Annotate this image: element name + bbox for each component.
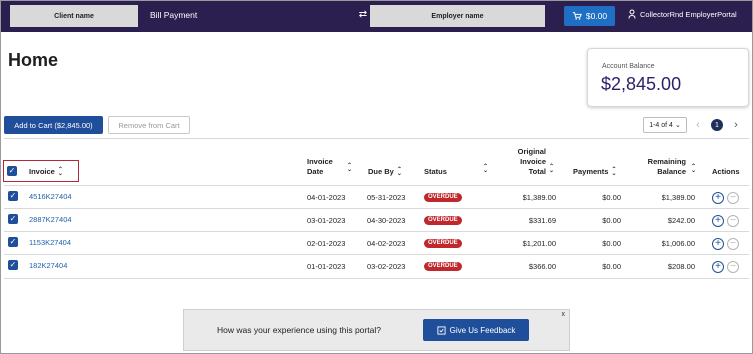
row-divider (4, 231, 749, 232)
col-header-actions: Actions (712, 167, 740, 176)
remaining-balance: $1,006.00 (661, 239, 695, 248)
payments: $0.00 (602, 239, 621, 248)
original-total: $366.00 (528, 262, 556, 271)
client-name-field[interactable]: Client name (10, 5, 138, 27)
payments: $0.00 (602, 193, 621, 202)
page-range-select[interactable]: 1-4 of 4 ⌄ (643, 117, 687, 133)
status-badge: OVERDUE (424, 239, 462, 248)
user-name: CollectorRnd EmployerPortal (640, 9, 737, 19)
status-badge: OVERDUE (424, 193, 462, 202)
current-page-button[interactable]: 1 (711, 119, 723, 131)
cart-icon (572, 12, 582, 20)
invoice-link[interactable]: 4516K27404 (29, 192, 72, 201)
add-icon[interactable]: + (712, 192, 724, 204)
employer-name-field[interactable]: Employer name (370, 5, 545, 27)
invoice-date: 01-01-2023 (307, 262, 346, 271)
due-by: 04-02-2023 (367, 239, 406, 248)
invoice-link[interactable]: 182K27404 (29, 261, 67, 270)
add-icon[interactable]: + (712, 261, 724, 273)
sort-icon: ⌃ ⌄ (57, 167, 63, 178)
row-divider (4, 208, 749, 209)
invoice-link[interactable]: 1153K27404 (29, 238, 71, 247)
invoice-date: 02-01-2023 (307, 239, 346, 248)
sort-icon: ⌃ ⌄ (396, 167, 402, 178)
payments: $0.00 (602, 216, 621, 225)
feedback-question: How was your experience using this porta… (217, 325, 381, 335)
row-checkbox[interactable]: ✓ (8, 260, 18, 270)
col-header-status[interactable]: Status (424, 167, 447, 177)
col-header-invoice[interactable]: Invoice ⌃ ⌄ (29, 167, 64, 177)
col-header-due-by[interactable]: Due By ⌃ ⌄ (368, 167, 403, 177)
status-badge: OVERDUE (424, 262, 462, 271)
invoice-date: 03-01-2023 (307, 216, 346, 225)
chevron-down-icon: ⌄ (674, 122, 681, 129)
row-checkbox[interactable]: ✓ (8, 237, 18, 247)
add-to-cart-button[interactable]: Add to Cart ($2,845.00) (4, 116, 103, 134)
feedback-icon (437, 325, 446, 335)
invoice-date: 04-01-2023 (307, 193, 346, 202)
add-icon[interactable]: + (712, 215, 724, 227)
due-by: 05-31-2023 (367, 193, 406, 202)
feedback-banner: How was your experience using this porta… (183, 309, 570, 351)
original-total: $331.69 (528, 216, 556, 225)
add-icon[interactable]: + (712, 238, 724, 250)
remove-icon[interactable]: − (727, 215, 739, 227)
cart-total: $0.00 (585, 11, 608, 21)
remove-from-cart-button[interactable]: Remove from Cart (108, 116, 190, 134)
sort-icon: ⌃ ⌄ (611, 167, 617, 178)
remove-icon[interactable]: − (727, 238, 739, 250)
app-title: Bill Payment (150, 10, 198, 20)
row-checkbox[interactable]: ✓ (8, 191, 18, 201)
remaining-balance: $242.00 (667, 216, 695, 225)
remove-icon[interactable]: − (727, 261, 739, 273)
original-total: $1,389.00 (522, 193, 556, 202)
remaining-balance: $208.00 (667, 262, 695, 271)
invoice-link[interactable]: 2887K27404 (29, 215, 72, 224)
sort-remaining-icon[interactable]: ⌃ ⌄ (688, 164, 697, 174)
swap-arrows-icon[interactable]: ⇄ (356, 8, 370, 22)
page-title: Home (8, 50, 59, 70)
row-checkbox[interactable]: ✓ (8, 214, 18, 224)
account-balance-label: Account Balance (602, 63, 655, 70)
select-all-checkbox[interactable]: ✓ (7, 166, 17, 176)
status-badge: OVERDUE (424, 216, 462, 225)
due-by: 03-02-2023 (367, 262, 406, 271)
col-header-remaining-balance[interactable]: Remaining Balance (640, 157, 686, 177)
next-page-icon[interactable]: › (731, 118, 741, 132)
row-divider (4, 278, 749, 279)
original-total: $1,201.00 (522, 239, 556, 248)
due-by: 04-30-2023 (367, 216, 406, 225)
user-icon (628, 9, 636, 19)
col-header-payments[interactable]: Payments ⌃ ⌄ (573, 167, 617, 177)
remaining-balance: $1,389.00 (661, 193, 695, 202)
sort-invoice-date-icon[interactable]: ⌃ ⌄ (344, 163, 353, 173)
close-feedback-icon[interactable]: x (562, 311, 566, 318)
header-divider (4, 185, 749, 186)
user-menu[interactable]: CollectorRnd EmployerPortal (628, 9, 737, 19)
give-feedback-label: Give Us Feedback (449, 325, 516, 335)
page-range-text: 1-4 of 4 (649, 121, 673, 129)
top-nav-bar: Client name Bill Payment ⇄ Employer name… (0, 0, 753, 32)
sort-original-total-icon[interactable]: ⌃ ⌄ (546, 164, 555, 174)
prev-page-icon[interactable]: ‹ (693, 118, 703, 132)
row-divider (4, 254, 749, 255)
col-header-original-total[interactable]: Original Invoice Total (512, 147, 546, 177)
remove-icon[interactable]: − (727, 192, 739, 204)
give-feedback-button[interactable]: Give Us Feedback (423, 319, 529, 341)
cart-button[interactable]: $0.00 (564, 6, 615, 26)
table-top-divider (4, 138, 749, 139)
account-balance-value: $2,845.00 (601, 74, 682, 94)
col-header-invoice-date[interactable]: Invoice Date (307, 157, 333, 177)
account-balance-card: Account Balance $2,845.00 (587, 48, 749, 107)
payments: $0.00 (602, 262, 621, 271)
sort-status-icon[interactable]: ⌃ ⌄ (480, 164, 489, 174)
